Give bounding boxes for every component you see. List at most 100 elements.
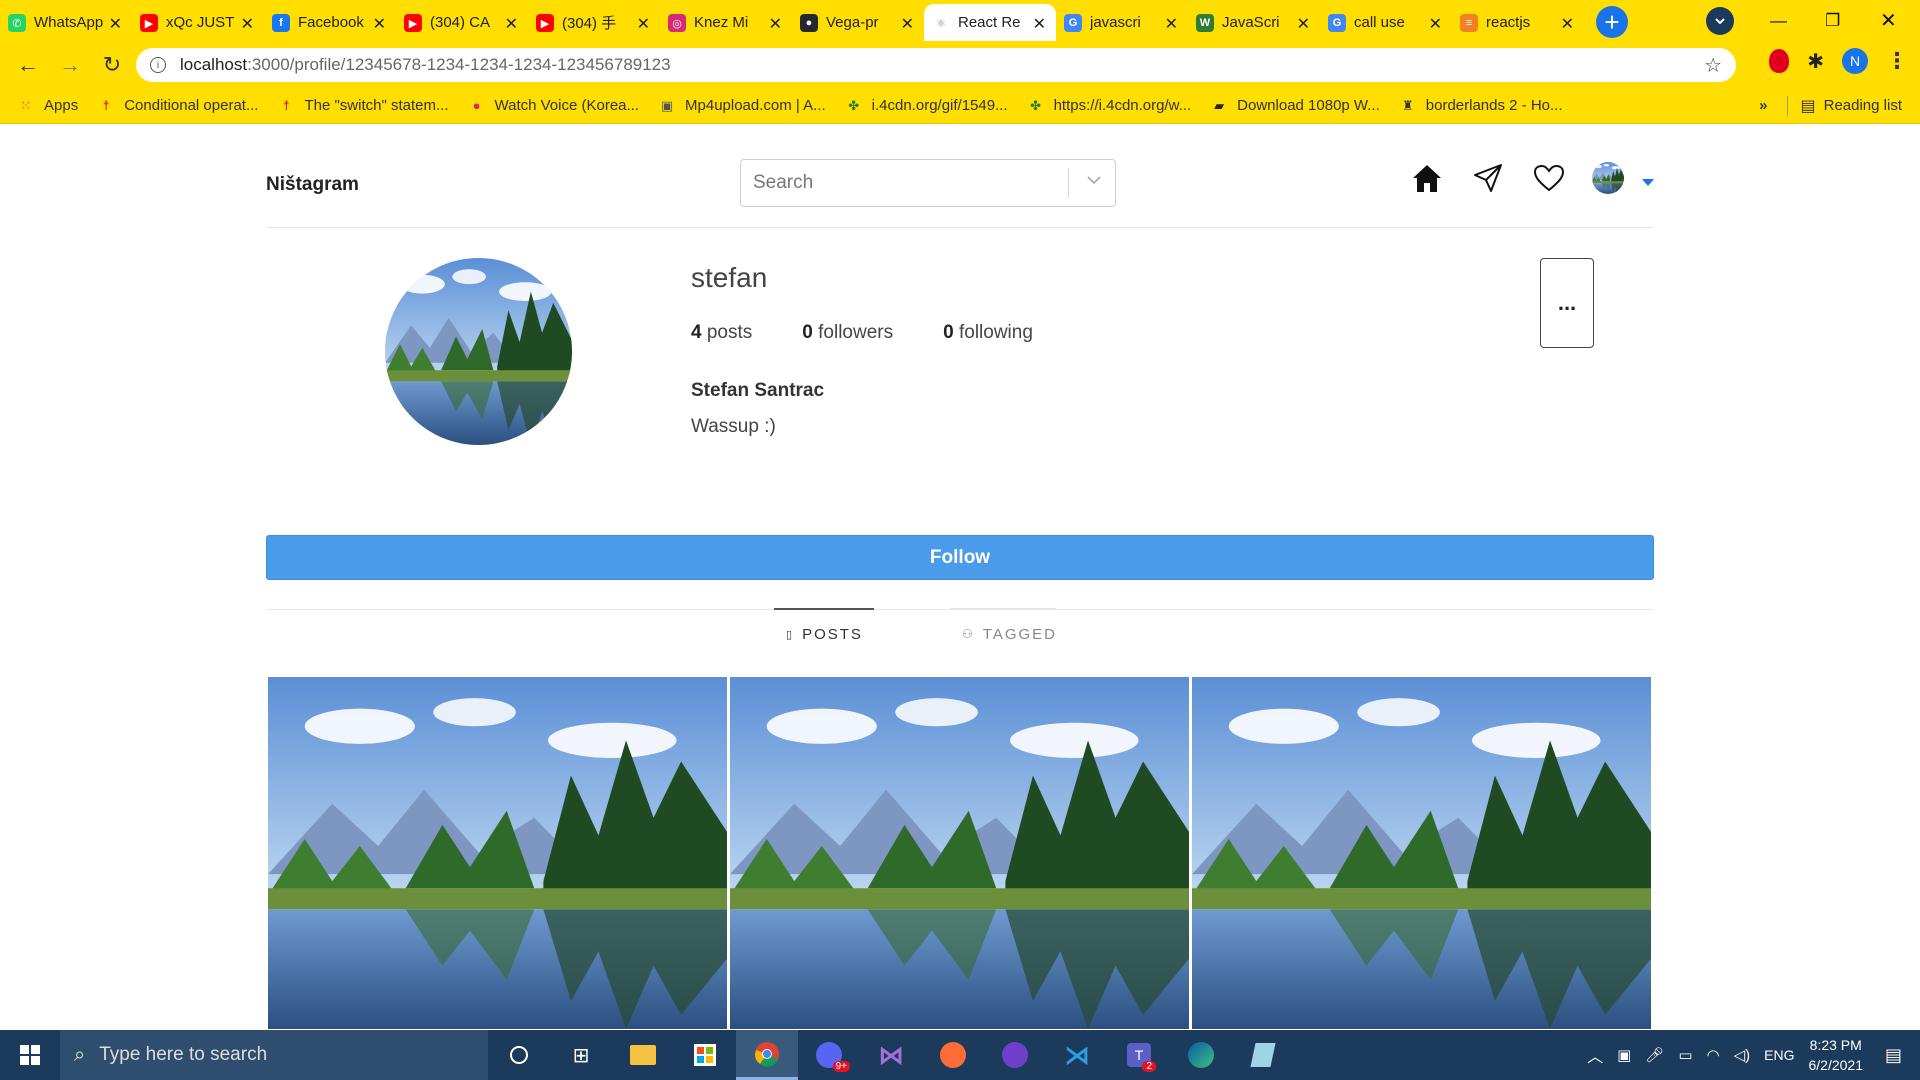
back-button[interactable]: ← [10,47,46,83]
notepad-icon[interactable] [1232,1030,1294,1080]
address-bar[interactable]: i localhost:3000/profile/12345678-1234-1… [136,48,1736,82]
chrome-icon[interactable] [736,1030,798,1080]
browser-tab[interactable]: Gcall use ✕ [1320,4,1452,41]
bookmark-item[interactable]: ✤ https://i.4cdn.org/w... [1028,97,1191,114]
bookmark-item[interactable]: ⁙ Apps [18,97,79,114]
heart-icon[interactable] [1531,160,1567,196]
reload-button[interactable]: ↻ [94,47,130,83]
close-tab-icon[interactable]: ✕ [637,14,650,34]
restore-window-button[interactable]: ❐ [1825,0,1840,41]
close-tab-icon[interactable]: ✕ [1429,14,1442,34]
visual-studio-icon[interactable]: ⋈ [860,1030,922,1080]
microsoft-store-icon[interactable] [674,1030,736,1080]
github-desktop-icon[interactable] [984,1030,1046,1080]
tab-favicon-icon: W [1196,14,1214,32]
tab-tagged-label: TAGGED [982,625,1057,643]
tab-title: Knez Mi [694,14,749,31]
vscode-icon[interactable]: ⋊ [1046,1030,1108,1080]
bookmark-list: ⁙ Apps ☨ Conditional operat... ☨ The "switch"… [18,97,1583,114]
tab-tagged[interactable]: ⚇ TAGGED [950,608,1056,658]
close-tab-icon[interactable]: ✕ [1297,14,1310,34]
teams-icon[interactable]: T 2 [1108,1030,1170,1080]
bookmark-label: Watch Voice (Korea... [494,97,640,114]
close-tab-icon[interactable]: ✕ [769,14,782,34]
browser-menu-icon[interactable]: ⋮ [1886,48,1908,74]
direct-message-icon[interactable] [1470,160,1506,196]
site-info-icon[interactable]: i [150,57,166,73]
browser-tab[interactable]: W JavaScri ✕ [1188,4,1320,41]
bookmark-star-icon[interactable]: ☆ [1704,53,1722,78]
browser-tab[interactable]: ⚛ React Re ✕ [924,4,1056,41]
tab-posts[interactable]: ▯ POSTS [774,608,874,658]
start-button[interactable] [0,1030,60,1080]
tab-title: call use [1354,14,1405,31]
search-input[interactable]: Search [740,159,1116,207]
discord-icon[interactable]: 9+ [798,1030,860,1080]
browser-tab[interactable]: ◎ Knez Mi ✕ [660,4,792,41]
bookmark-item[interactable]: ☨ Conditional operat... [98,97,259,114]
bookmark-item[interactable]: ▰ Download 1080p W... [1211,97,1380,114]
caret-down-icon[interactable] [1642,178,1654,186]
cortana-icon[interactable] [488,1030,550,1080]
postman-icon[interactable] [922,1030,984,1080]
close-tab-icon[interactable]: ✕ [505,14,518,34]
discord-badge: 9+ [832,1061,850,1072]
close-window-button[interactable]: ✕ [1880,0,1897,41]
close-tab-icon[interactable]: ✕ [109,14,122,34]
close-tab-icon[interactable]: ✕ [1165,14,1178,34]
browser-tab[interactable]: ≡ reactjs ✕ [1452,4,1584,41]
bookmark-label: i.4cdn.org/gif/1549... [871,97,1008,114]
bookmark-item[interactable]: ♜ borderlands 2 - Ho... [1400,97,1563,114]
search-placeholder: Search [753,172,814,193]
close-tab-icon[interactable]: ✕ [1561,14,1574,34]
browser-tab[interactable]: Gjavascri ✕ [1056,4,1188,41]
show-hidden-icons[interactable]: ︿ [1587,1043,1603,1067]
close-tab-icon[interactable]: ✕ [901,14,914,34]
new-tab-button[interactable]: + [1596,6,1628,38]
post-thumbnail[interactable] [268,677,727,1029]
close-tab-icon[interactable]: ✕ [1033,14,1046,34]
bookmark-item[interactable]: ☨ The "switch" statem... [278,97,449,114]
close-tab-icon[interactable]: ✕ [241,14,254,34]
battery-icon[interactable]: ▭ [1678,1046,1692,1064]
chevron-down-icon[interactable] [1087,172,1101,190]
browser-tab[interactable]: ▶ xQc JUST ✕ [132,4,264,41]
notifications-icon[interactable]: ▤ [1885,1045,1902,1066]
more-bookmarks-button[interactable]: » [1759,97,1767,114]
follow-button[interactable]: Follow [266,535,1654,580]
volume-icon[interactable]: ◁) [1734,1046,1751,1064]
task-view-icon[interactable]: ⊞ [550,1030,612,1080]
browser-tab[interactable]: ▶ (304) 手 ✕ [528,4,660,41]
wifi-icon[interactable]: ◠ [1707,1046,1720,1064]
home-icon[interactable] [1409,160,1445,196]
language-indicator[interactable]: ENG [1764,1047,1794,1063]
browser-tab[interactable]: ● Vega-pr ✕ [792,4,924,41]
bookmark-item[interactable]: ✤ i.4cdn.org/gif/1549... [846,97,1008,114]
tab-search-button[interactable] [1706,0,1734,41]
taskbar-search-input[interactable]: ⌕ Type here to search [60,1030,488,1080]
browser-tab[interactable]: ▶ (304) CA ✕ [396,4,528,41]
close-tab-icon[interactable]: ✕ [373,14,386,34]
adblock-extension-icon[interactable] [1769,49,1790,73]
browser-tab[interactable]: f Facebook ✕ [264,4,396,41]
user-avatar[interactable] [1592,162,1624,194]
post-thumbnail[interactable] [1192,677,1651,1029]
forward-button[interactable]: → [52,47,88,83]
brand-logo[interactable]: Ništagram [266,174,359,196]
followers-count[interactable]: 0 followers [802,322,893,344]
meet-now-icon[interactable]: ▣ [1617,1046,1631,1064]
edge-icon[interactable] [1170,1030,1232,1080]
profile-avatar-button[interactable]: N [1842,48,1868,74]
clock[interactable]: 8:23 PM 6/2/2021 [1808,1035,1863,1075]
reading-list-button[interactable]: ▤ Reading list [1787,95,1902,116]
following-count[interactable]: 0 following [943,322,1033,344]
minimize-window-button[interactable]: — [1770,0,1787,41]
extensions-puzzle-icon[interactable]: ✱ [1807,49,1824,74]
microphone-icon[interactable]: 🎤︎ [1645,1046,1664,1064]
bookmark-item[interactable]: ● Watch Voice (Korea... [469,97,640,114]
file-explorer-icon[interactable] [612,1030,674,1080]
post-thumbnail[interactable] [730,677,1189,1029]
more-options-button[interactable]: ... [1540,258,1594,348]
browser-tab[interactable]: ✆ WhatsApp ✕ [0,4,132,41]
bookmark-item[interactable]: ▣ Mp4upload.com | A... [659,97,826,114]
